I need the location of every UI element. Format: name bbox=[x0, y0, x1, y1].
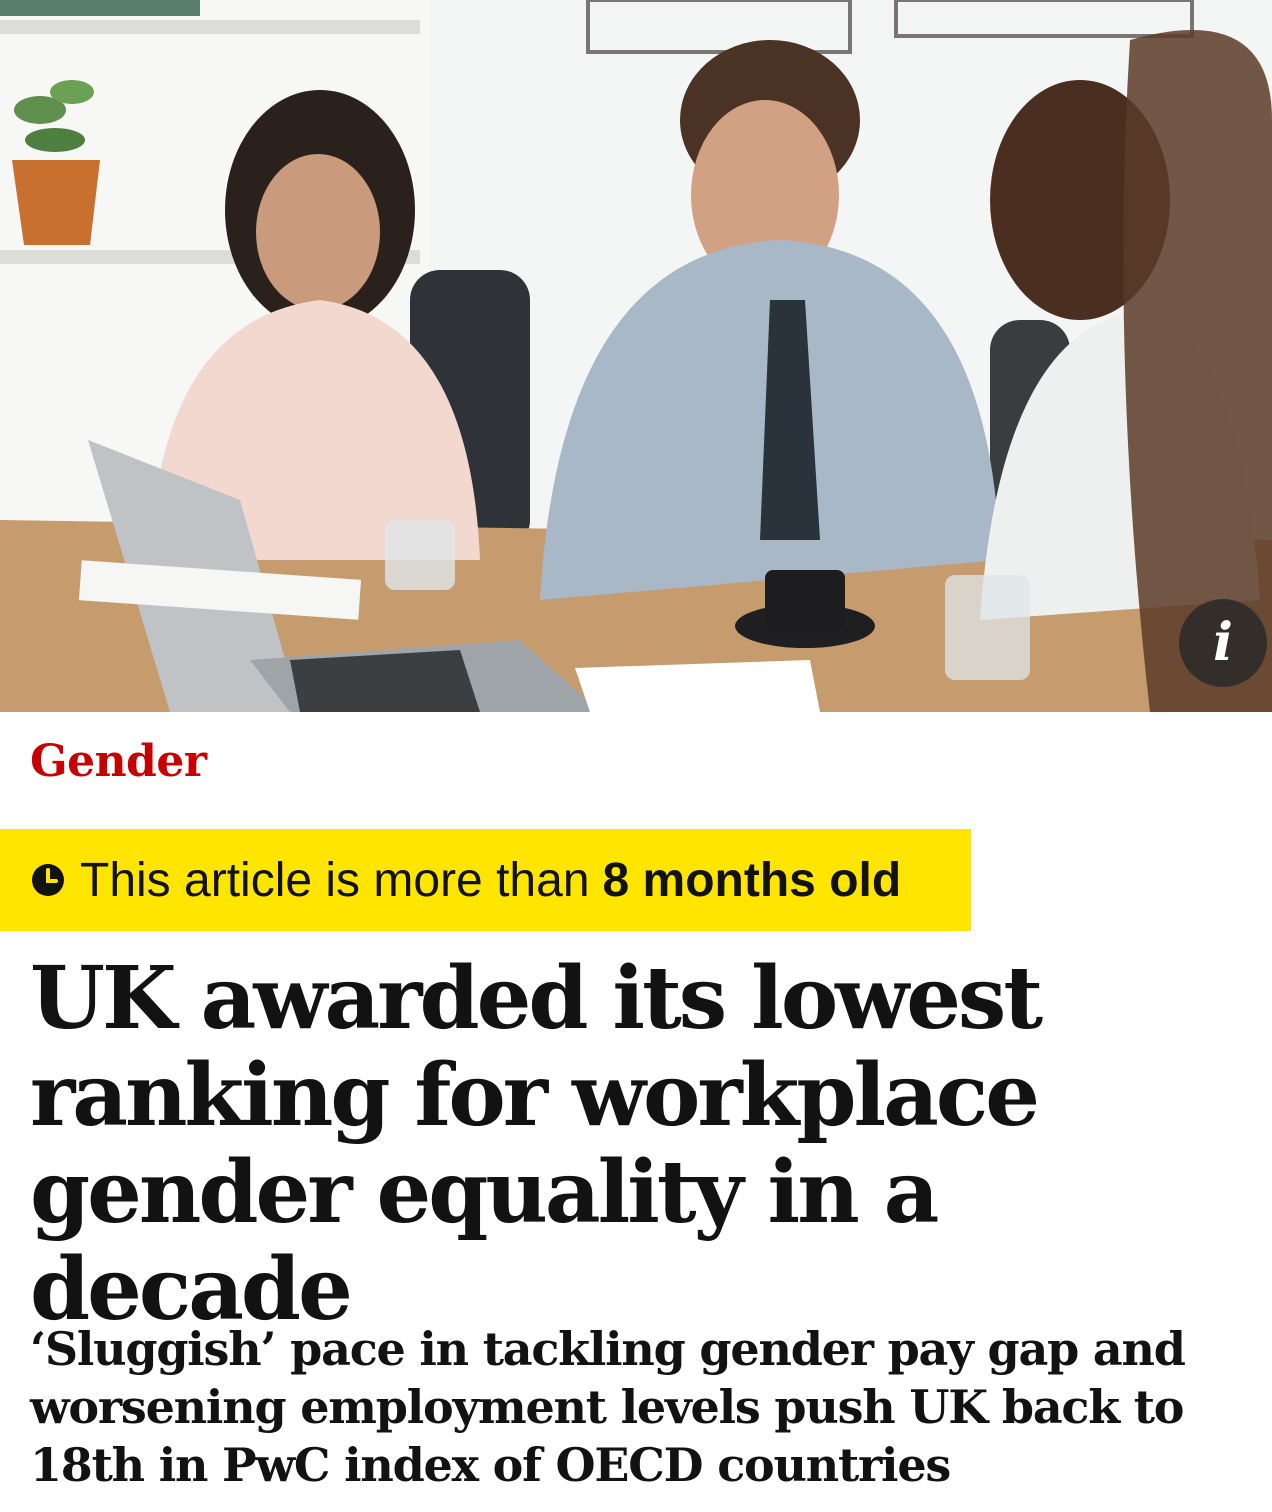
article-standfirst: ‘Sluggish’ pace in tackling gender pay g… bbox=[30, 1322, 1186, 1492]
clock-icon bbox=[32, 864, 64, 896]
office-meeting-photo bbox=[0, 0, 1272, 712]
image-info-button[interactable]: i bbox=[1179, 599, 1267, 687]
age-warning-duration: 8 months old bbox=[602, 853, 902, 907]
info-icon: i bbox=[1213, 612, 1233, 673]
section-label[interactable]: Gender bbox=[30, 736, 207, 787]
article-headline: UK awarded its lowest ranking for workpl… bbox=[30, 948, 1043, 1340]
hero-image: i bbox=[0, 0, 1272, 712]
article-age-warning: This article is more than 8 months old bbox=[0, 829, 971, 931]
age-warning-text: This article is more than bbox=[80, 853, 590, 907]
